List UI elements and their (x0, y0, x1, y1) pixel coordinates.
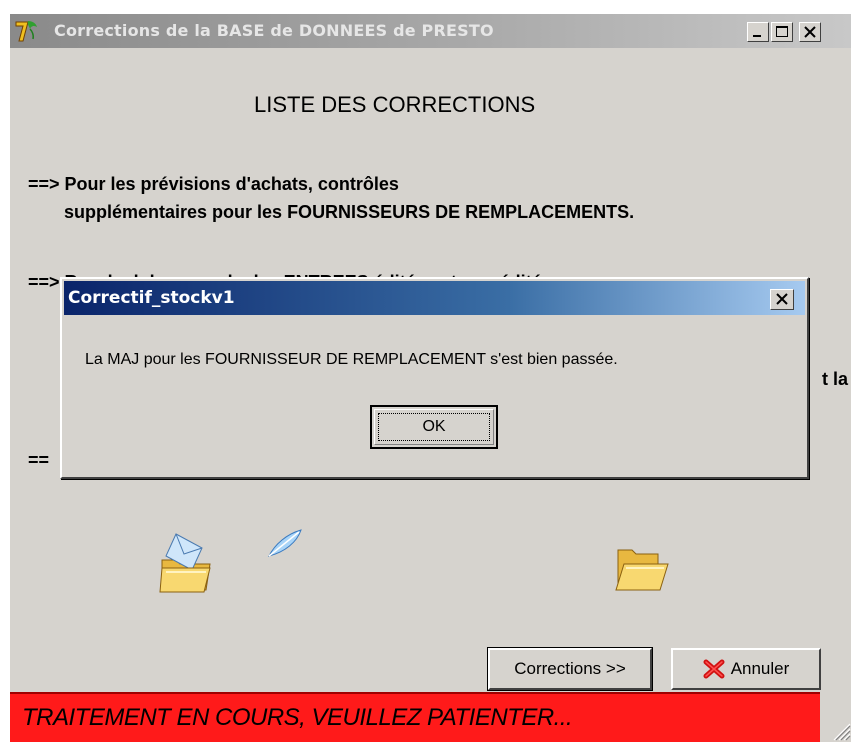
open-folder-icon[interactable] (614, 544, 670, 594)
window-title: Corrections de la BASE de DONNEES de PRE… (54, 21, 494, 40)
folder-envelope-icon[interactable] (158, 526, 216, 596)
message-dialog: Correctif_stockv1 La MAJ pour les FOURNI… (60, 277, 809, 479)
corrections-button[interactable]: Corrections >> (487, 647, 653, 691)
maximize-button[interactable] (771, 22, 793, 42)
dialog-message: La MAJ pour les FOURNISSEUR DE REMPLACEM… (85, 351, 618, 368)
dialog-title: Correctif_stockv1 (68, 288, 235, 308)
cancel-button-label: Annuler (730, 659, 790, 678)
corrections-button-label: Corrections >> (514, 659, 626, 678)
cancel-button[interactable]: Annuler (671, 648, 821, 690)
minimize-button[interactable] (747, 22, 769, 42)
feather-icon[interactable] (265, 526, 305, 560)
app-logo-icon (15, 21, 37, 42)
dialog-close-button[interactable] (770, 289, 794, 310)
close-icon (804, 26, 816, 38)
ok-button[interactable]: OK (370, 405, 498, 449)
correction-line-1: ==> Pour les prévisions d'achats, contrô… (28, 174, 399, 194)
red-x-icon (703, 659, 725, 679)
minimize-icon (753, 35, 761, 37)
close-button[interactable] (799, 22, 821, 42)
resize-grip-icon[interactable] (826, 710, 851, 742)
status-bar: TRAITEMENT EN COURS, VEUILLEZ PATIENTER.… (10, 692, 820, 742)
dialog-titlebar[interactable]: Correctif_stockv1 (64, 281, 805, 315)
ok-button-label: OK (378, 413, 490, 441)
main-titlebar[interactable]: Corrections de la BASE de DONNEES de PRE… (10, 14, 851, 48)
maximize-icon (776, 26, 788, 37)
correction-line-4-fragment: t la (822, 369, 849, 389)
correction-line-5-fragment: == (28, 450, 50, 470)
list-heading: LISTE DES CORRECTIONS (254, 92, 536, 117)
correction-line-2: supplémentaires pour les FOURNISSEURS DE… (64, 202, 635, 222)
status-message: TRAITEMENT EN COURS, VEUILLEZ PATIENTER.… (22, 704, 573, 731)
close-icon (776, 293, 788, 305)
